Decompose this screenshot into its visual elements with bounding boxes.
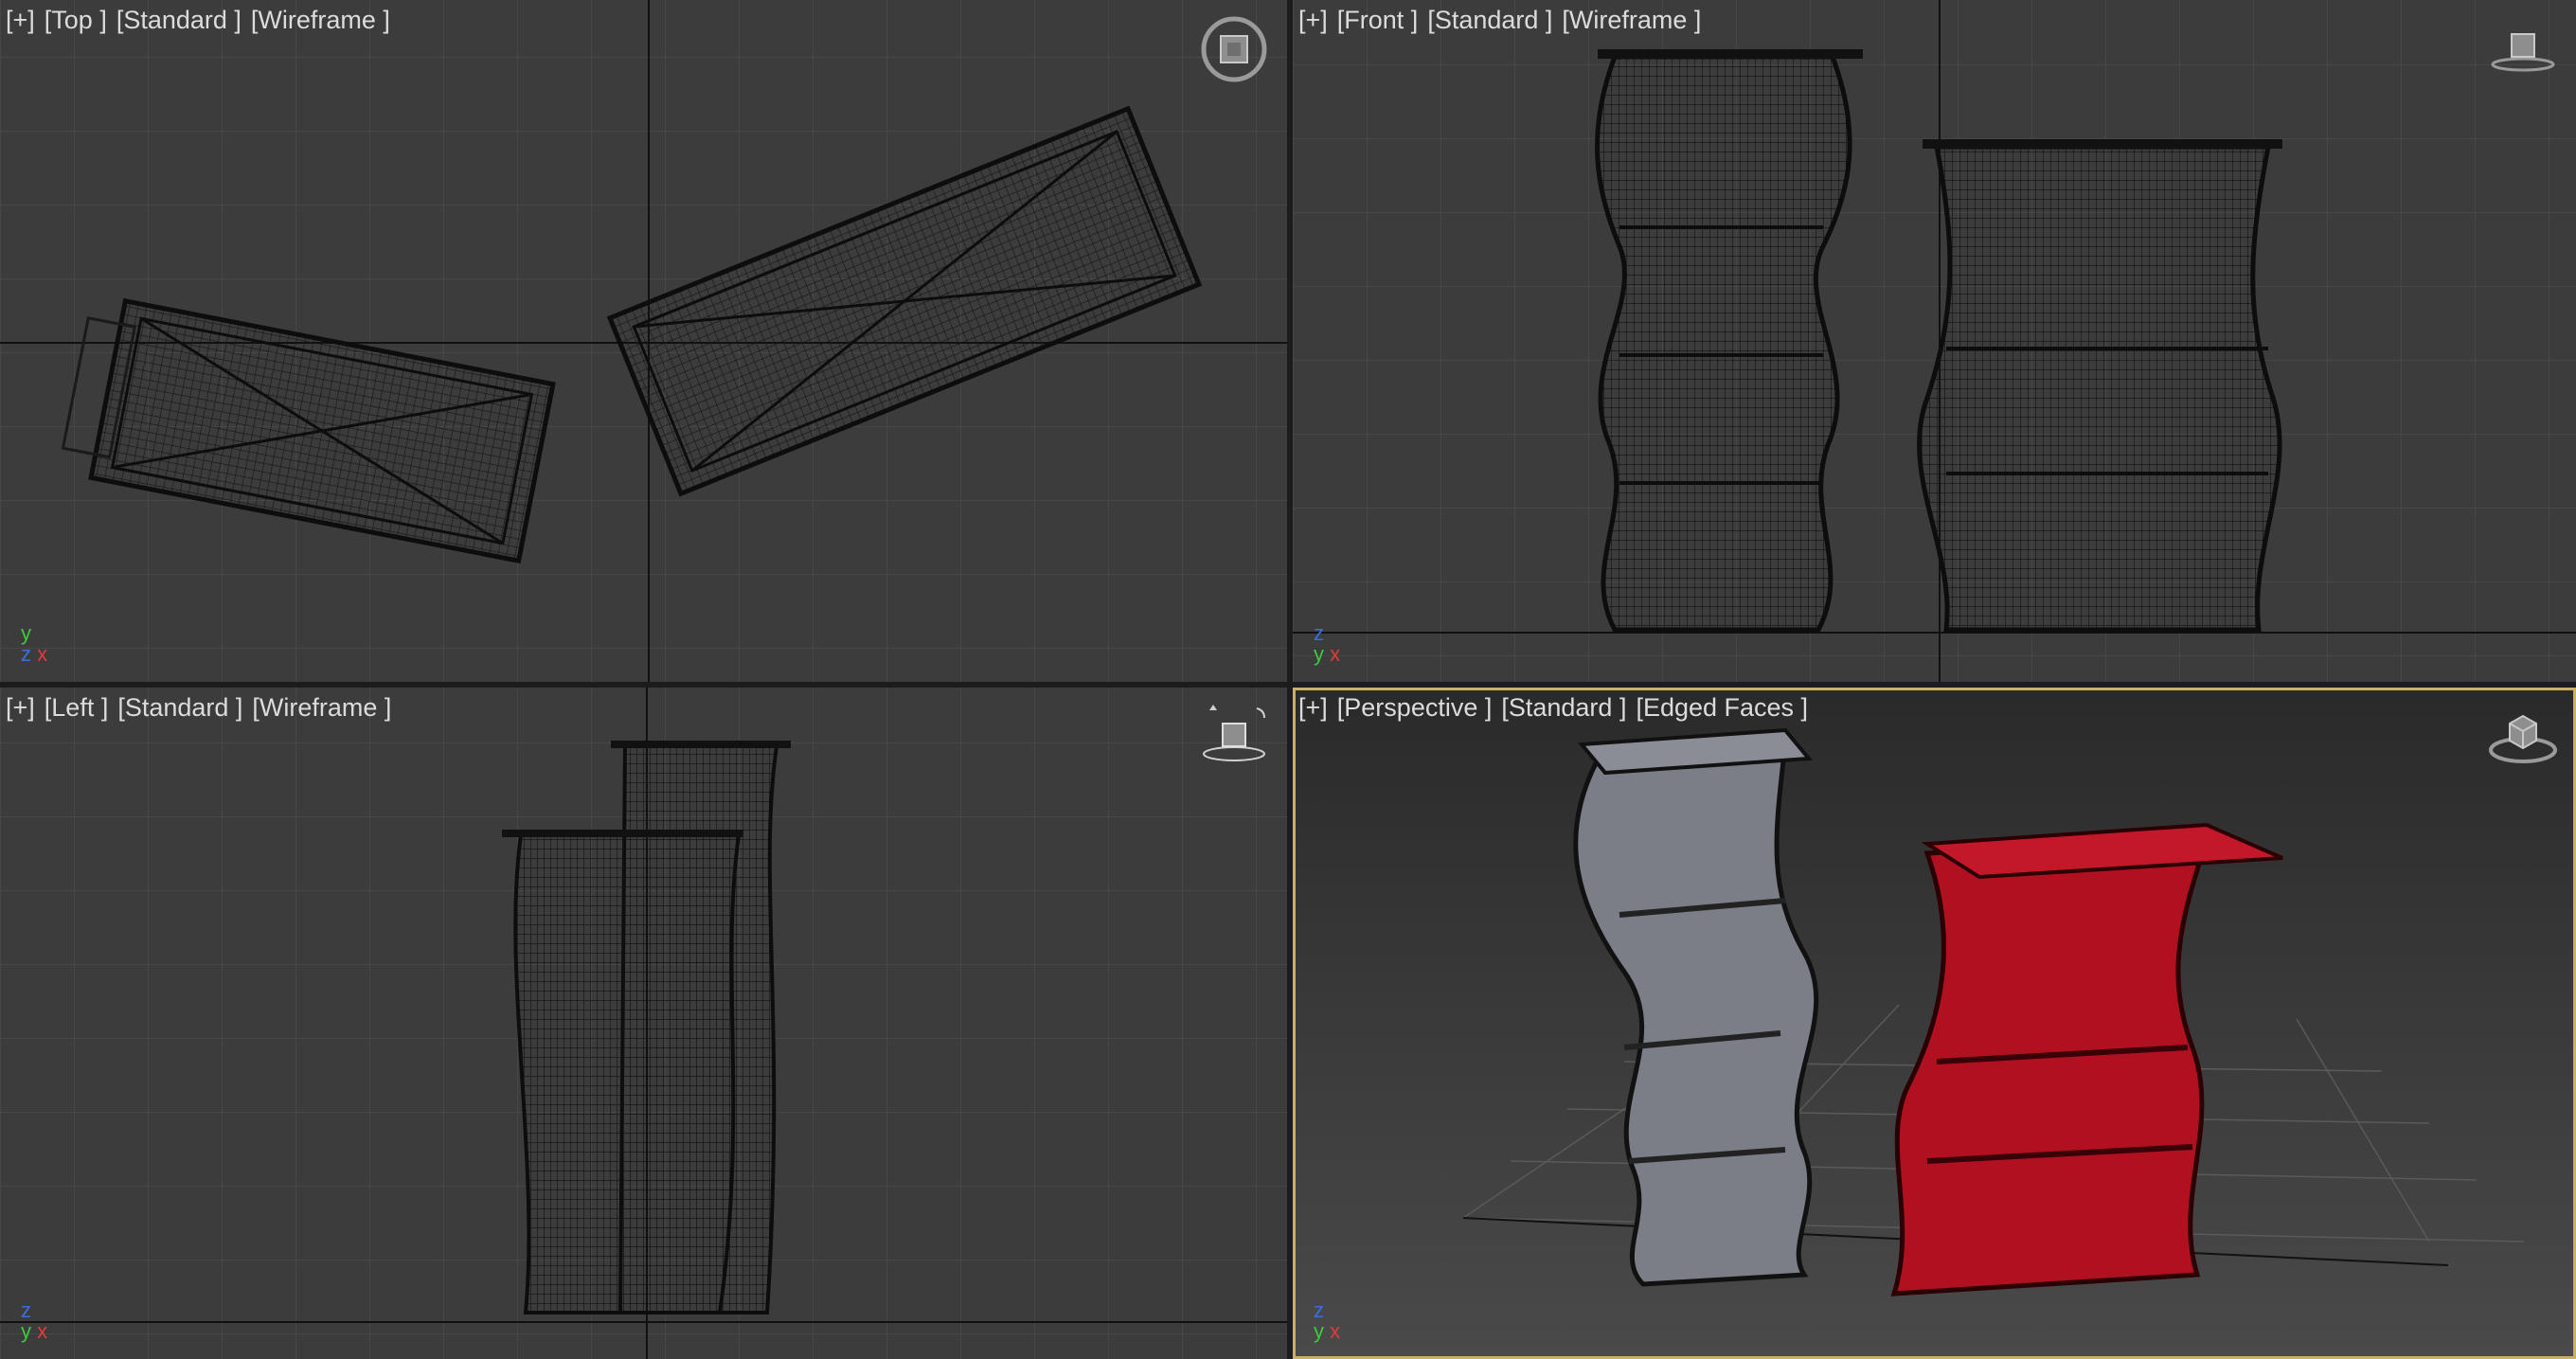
- viewport-menu-button[interactable]: [+]: [6, 6, 35, 35]
- viewport-menu-button[interactable]: [+]: [1298, 6, 1328, 35]
- scene-top: [0, 0, 1287, 682]
- shading-label[interactable]: [Wireframe ]: [251, 6, 390, 35]
- render-style-label[interactable]: [Standard ]: [116, 6, 242, 35]
- view-label[interactable]: [Left ]: [45, 693, 109, 723]
- viewport-front[interactable]: [+] [Front ] [Standard ] [Wireframe ] z …: [1293, 0, 2576, 682]
- axis-tripod: y z x: [21, 623, 47, 665]
- axis-z-label: z: [21, 1298, 31, 1322]
- render-style-label[interactable]: [Standard ]: [117, 693, 242, 723]
- axis-x-label: x: [37, 1319, 48, 1343]
- viewport-label-perspective: [+] [Perspective ] [Standard ] [Edged Fa…: [1298, 693, 1808, 723]
- shading-label[interactable]: [Wireframe ]: [1562, 6, 1701, 35]
- axis-tripod: z y x: [1314, 623, 1340, 665]
- axis-x-label: x: [1330, 1319, 1341, 1343]
- axis-z-label: z: [21, 642, 31, 666]
- axis-x-label: x: [1330, 642, 1341, 666]
- render-style-label[interactable]: [Standard ]: [1427, 6, 1552, 35]
- axis-tripod: z y x: [21, 1300, 47, 1342]
- scene-front: [1293, 0, 2576, 682]
- axis-z-label: z: [1314, 1298, 1324, 1322]
- shading-label[interactable]: [Edged Faces ]: [1636, 693, 1808, 723]
- axis-tripod: z y x: [1314, 1300, 1340, 1342]
- viewport-left[interactable]: [+] [Left ] [Standard ] [Wireframe ] z y…: [0, 688, 1287, 1359]
- scene-left: [0, 688, 1287, 1359]
- axis-z-label: z: [1314, 621, 1324, 645]
- front-object-right: [1917, 139, 2282, 633]
- viewport-label-top: [+] [Top ] [Standard ] [Wireframe ]: [6, 6, 390, 35]
- axis-y-label: y: [21, 621, 31, 645]
- perspective-object-red: [1890, 822, 2283, 1296]
- viewcube-icon[interactable]: [2487, 13, 2559, 85]
- shading-label[interactable]: [Wireframe ]: [252, 693, 391, 723]
- view-label[interactable]: [Perspective ]: [1337, 693, 1493, 723]
- viewport-top[interactable]: [+] [Top ] [Standard ] [Wireframe ] y z …: [0, 0, 1287, 682]
- scene-perspective: [1462, 727, 2525, 1296]
- axis-y-label: y: [1314, 1319, 1324, 1343]
- render-style-label[interactable]: [Standard ]: [1501, 693, 1626, 723]
- viewport-label-left: [+] [Left ] [Standard ] [Wireframe ]: [6, 693, 391, 723]
- left-object-front: [502, 830, 743, 1314]
- axis-y-label: y: [1314, 642, 1324, 666]
- viewcube-icon[interactable]: [1198, 701, 1270, 773]
- viewcube-icon[interactable]: [1198, 13, 1270, 85]
- axis-x-label: x: [37, 642, 48, 666]
- viewport-menu-button[interactable]: [+]: [6, 693, 35, 723]
- viewport-perspective[interactable]: [+] [Perspective ] [Standard ] [Edged Fa…: [1293, 688, 2576, 1359]
- front-object-left: [1595, 49, 1863, 633]
- view-label[interactable]: [Front ]: [1337, 6, 1419, 35]
- viewport-label-front: [+] [Front ] [Standard ] [Wireframe ]: [1298, 6, 1701, 35]
- viewport-layout: [+] [Top ] [Standard ] [Wireframe ] y z …: [0, 0, 2576, 1359]
- axis-y-label: y: [21, 1319, 31, 1343]
- perspective-object-gray: [1573, 727, 1819, 1287]
- view-label[interactable]: [Top ]: [45, 6, 107, 35]
- viewcube-icon[interactable]: [2487, 701, 2559, 773]
- viewport-menu-button[interactable]: [+]: [1298, 693, 1328, 723]
